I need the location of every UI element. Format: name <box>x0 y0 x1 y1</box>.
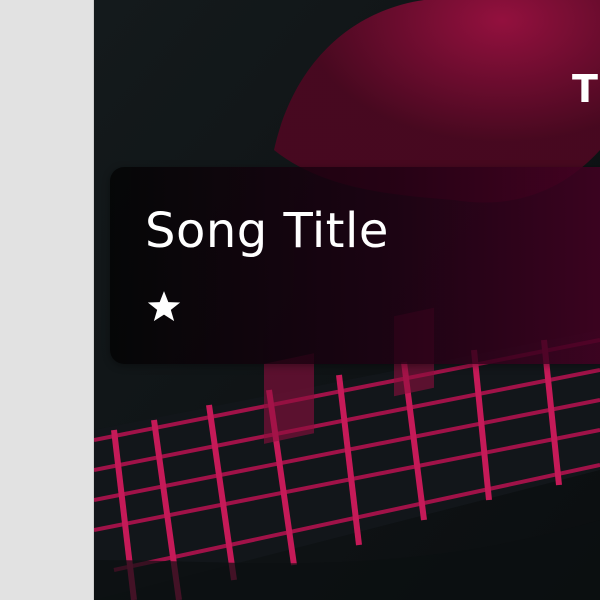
song-card[interactable]: Song Title <box>110 167 600 364</box>
page-title-fragment: T <box>572 70 598 108</box>
app-window: T Song Title <box>0 0 600 600</box>
favorite-button[interactable] <box>142 285 186 329</box>
song-title: Song Title <box>145 203 389 259</box>
star-icon <box>147 291 181 322</box>
left-sidebar-strip <box>0 0 94 600</box>
